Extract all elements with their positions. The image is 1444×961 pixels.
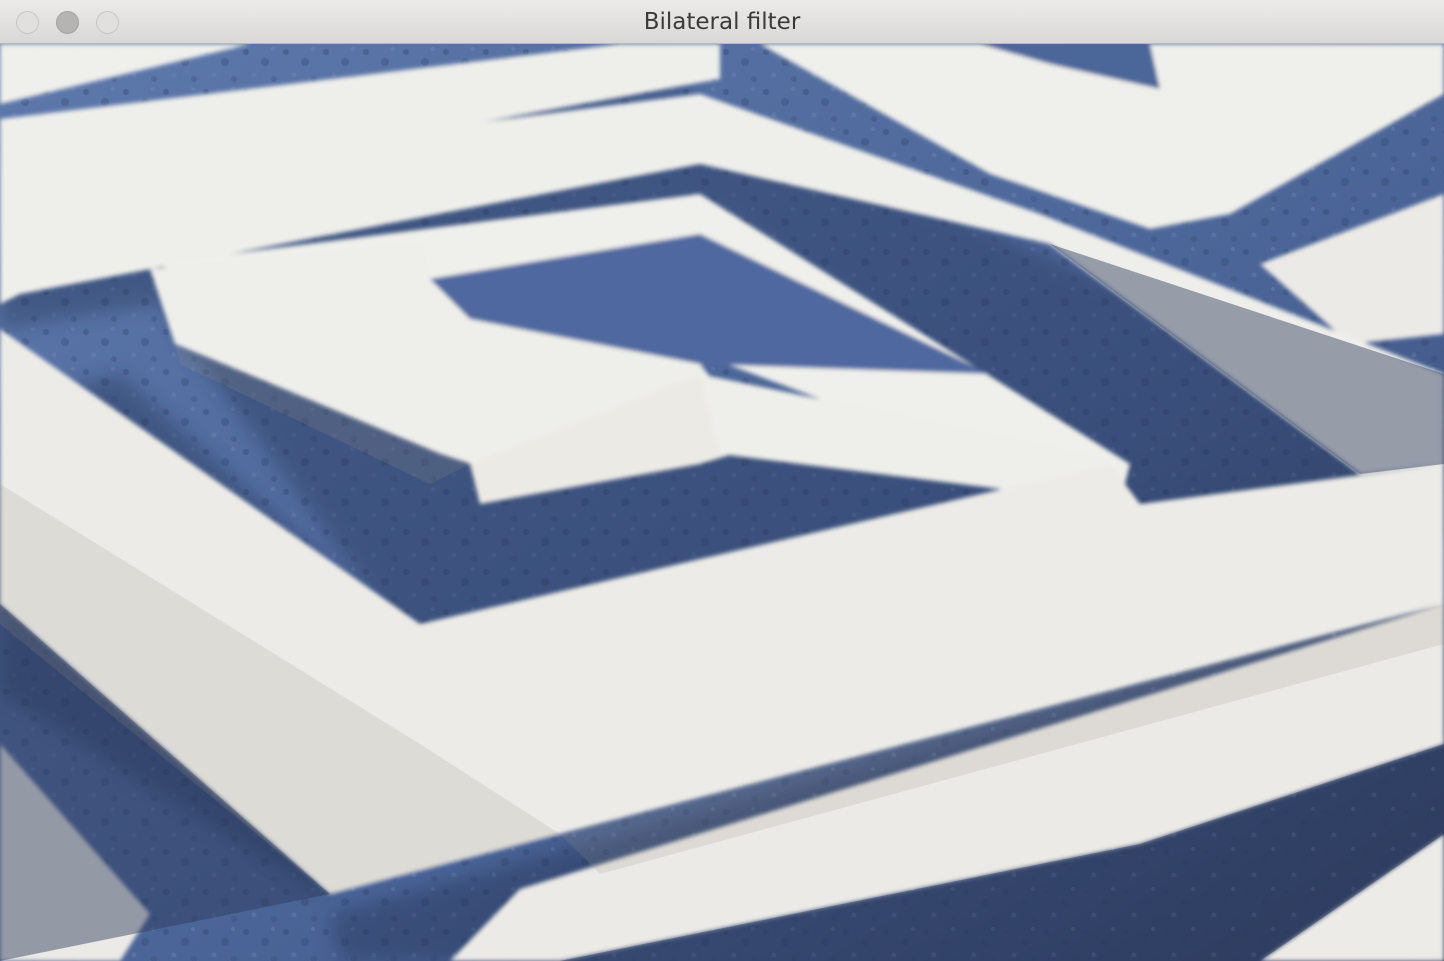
image-canvas bbox=[0, 44, 1444, 961]
app-window: Bilateral filter bbox=[0, 0, 1444, 961]
title-bar[interactable]: Bilateral filter bbox=[0, 0, 1444, 44]
window-title: Bilateral filter bbox=[643, 9, 801, 35]
filtered-image bbox=[0, 44, 1444, 961]
